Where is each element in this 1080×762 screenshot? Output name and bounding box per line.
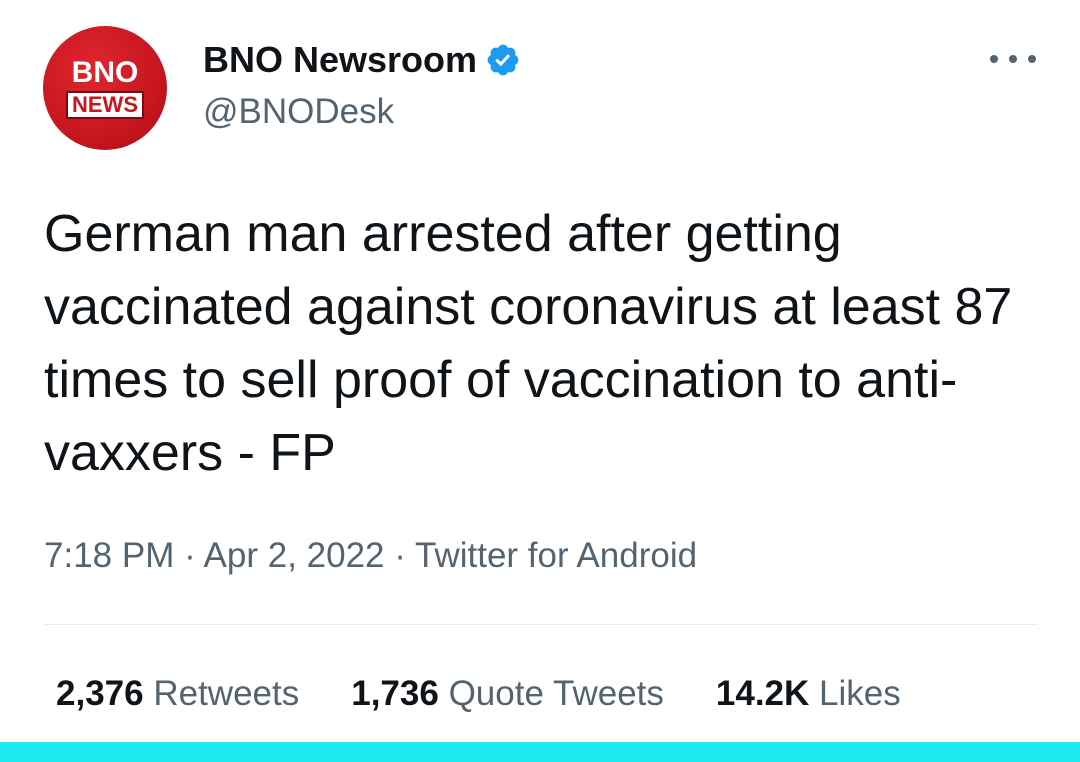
- avatar-logo-top: BNO: [71, 55, 139, 89]
- likes-label: Likes: [819, 674, 901, 713]
- likes-stat[interactable]: 14.2K Likes: [716, 673, 901, 715]
- retweets-stat[interactable]: 2,376 Retweets: [56, 673, 299, 715]
- verified-badge-icon: [487, 44, 519, 76]
- quote-tweets-stat[interactable]: 1,736 Quote Tweets: [351, 673, 664, 715]
- display-name[interactable]: BNO Newsroom: [203, 40, 477, 80]
- avatar-logo-top-text: BNO: [71, 55, 139, 89]
- quote-tweets-count: 1,736: [351, 674, 439, 713]
- tweet-text: German man arrested after getting vaccin…: [44, 205, 1013, 482]
- tweet-meta: 7:18 PM · Apr 2, 2022 · Twitter for Andr…: [44, 536, 697, 576]
- quote-tweets-label: Quote Tweets: [448, 674, 664, 713]
- avatar-logo-bottom: NEWS: [66, 90, 144, 119]
- tweet-date[interactable]: Apr 2, 2022: [204, 536, 385, 575]
- retweets-count: 2,376: [56, 674, 144, 713]
- likes-count: 14.2K: [715, 674, 810, 713]
- meta-separator: ·: [174, 536, 204, 575]
- more-dot: [1028, 55, 1036, 63]
- user-handle[interactable]: @BNODesk: [203, 92, 394, 132]
- bottom-bar: [0, 742, 1080, 762]
- divider: [44, 624, 1038, 625]
- name-row: BNO Newsroom: [203, 40, 521, 80]
- meta-separator: ·: [384, 536, 415, 575]
- more-options-icon[interactable]: [990, 48, 1036, 70]
- tweet-time[interactable]: 7:18 PM: [44, 536, 174, 575]
- engagement-stats: 2,376 Retweets 1,736 Quote Tweets 14.2K …: [56, 673, 901, 715]
- more-dot: [990, 55, 998, 63]
- retweets-label: Retweets: [153, 674, 300, 713]
- more-dot: [1009, 55, 1017, 63]
- tweet-source[interactable]: Twitter for Android: [415, 536, 697, 575]
- tweet-card: BNO NEWS BNO Newsroom @BNODesk German ma…: [0, 0, 1080, 762]
- avatar[interactable]: BNO NEWS: [43, 26, 167, 150]
